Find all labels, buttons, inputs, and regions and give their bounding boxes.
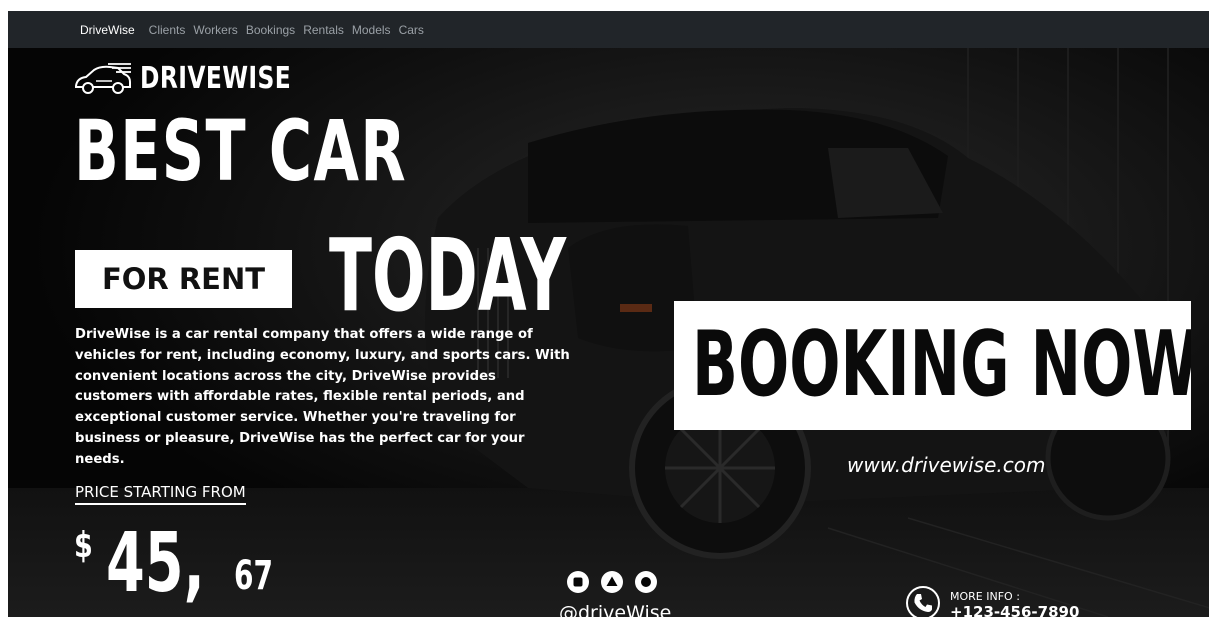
price-main: 45, [106,516,205,611]
booking-now-button[interactable]: BOOKING NOW [674,301,1191,430]
website-link[interactable]: www.drivewise.com [847,453,1045,477]
nav-link-bookings[interactable]: Bookings [246,23,295,37]
headline: BEST CAR [74,102,408,200]
contact-info: MORE INFO : +123-456-7890 [905,585,1079,617]
nav-link-cars[interactable]: Cars [399,23,424,37]
nav-link-models[interactable]: Models [352,23,391,37]
hero-banner: DriveWise Clients Workers Bookings Renta… [8,11,1209,617]
for-rent-badge: FOR RENT [75,250,292,308]
more-info-label: MORE INFO : [950,590,1020,603]
nav-link-clients[interactable]: Clients [149,23,186,37]
nav-link-rentals[interactable]: Rentals [303,23,344,37]
description: DriveWise is a car rental company that o… [75,327,570,467]
price-cents: 67 [234,553,273,599]
booking-now-label: BOOKING NOW [692,312,1191,417]
navbar-brand[interactable]: DriveWise [80,23,135,37]
hero-logo: DRIVEWISE [74,61,334,96]
nav-link-workers[interactable]: Workers [193,23,237,37]
car-icon [75,62,131,94]
social-handle[interactable]: @driveWise [559,602,671,617]
phone-icon [906,586,940,617]
price-currency: $ [74,525,93,566]
twitter-icon[interactable] [635,571,657,593]
price-label: PRICE STARTING FROM [75,483,246,505]
instagram-icon[interactable] [601,571,623,593]
top-navbar: DriveWise Clients Workers Bookings Renta… [8,11,1209,48]
social-icons [567,571,657,593]
headline-today: TODAY [329,217,567,334]
facebook-icon[interactable] [567,571,589,593]
logo-text: DRIVEWISE [140,61,292,96]
phone-number[interactable]: +123-456-7890 [950,603,1079,617]
